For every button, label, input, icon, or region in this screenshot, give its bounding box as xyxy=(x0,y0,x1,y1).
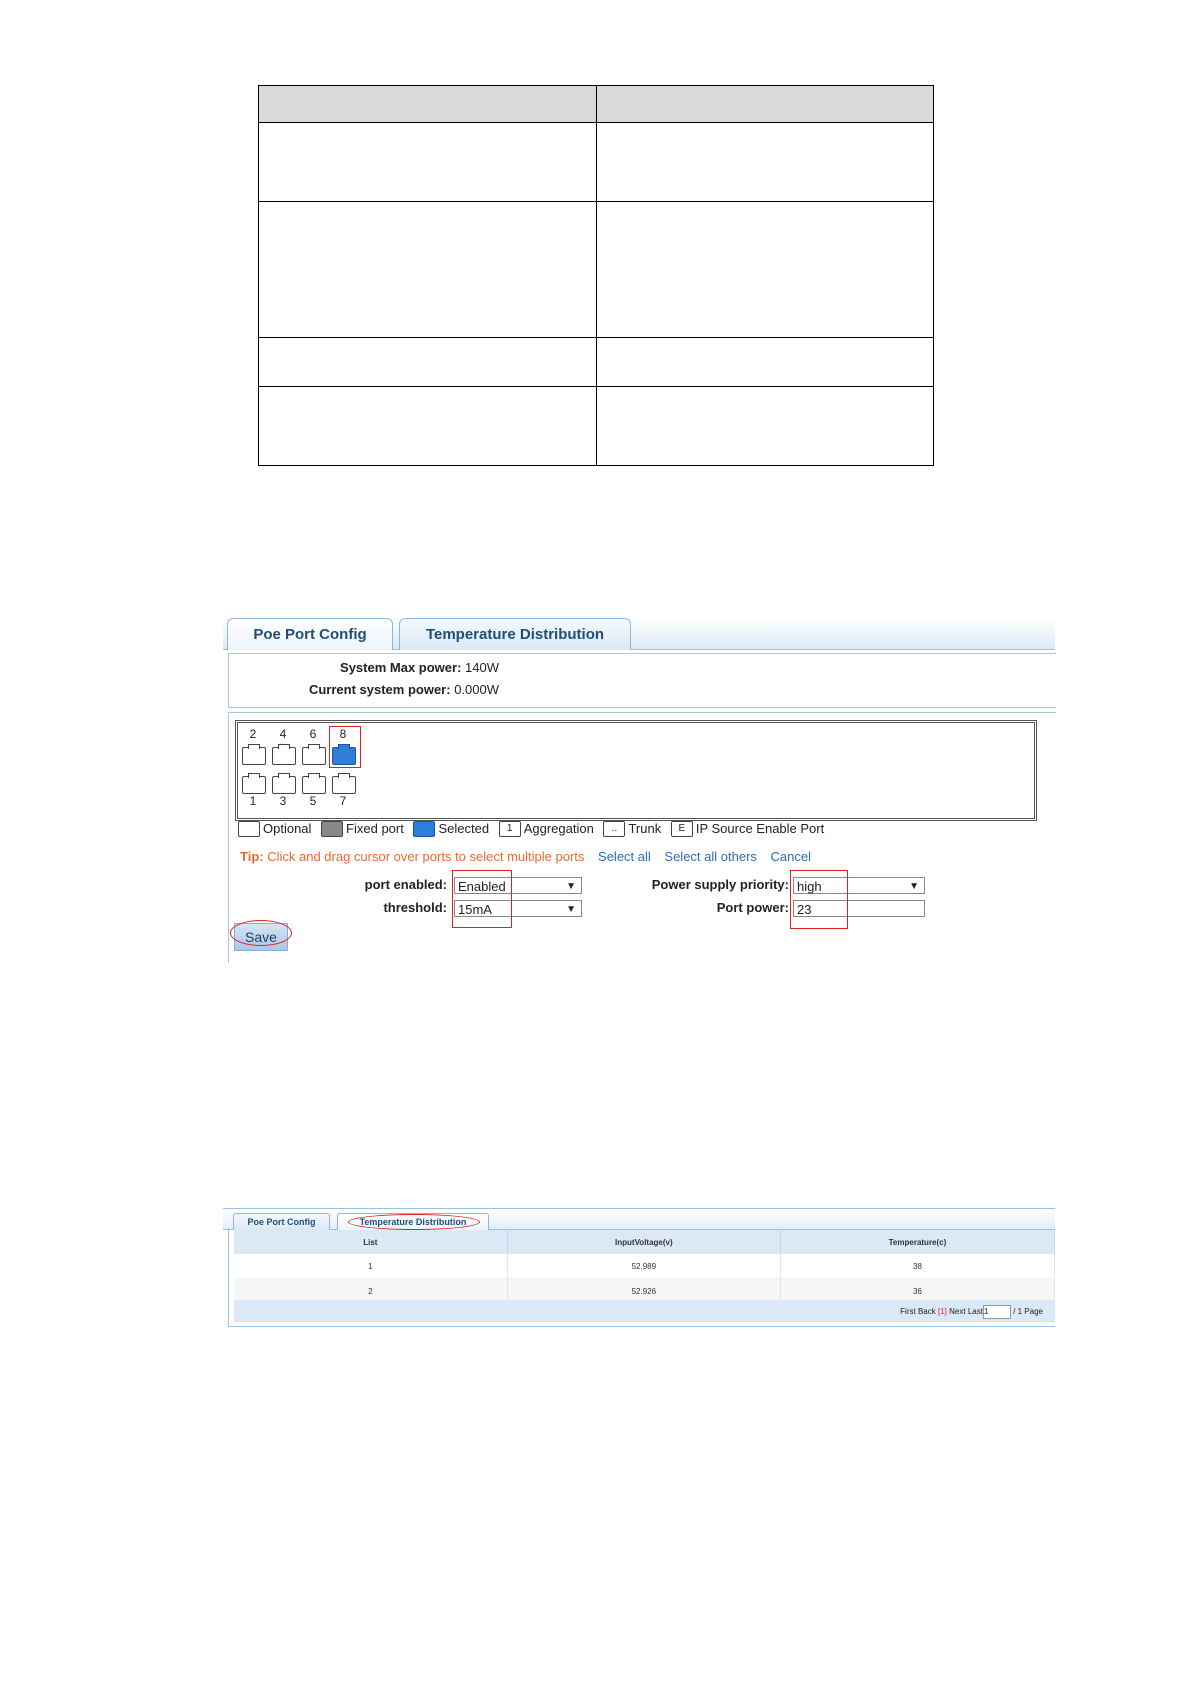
port-label: 5 xyxy=(309,794,317,808)
port-power-label: Port power: xyxy=(716,900,789,915)
save-highlight-oval xyxy=(230,920,292,946)
port-label: 3 xyxy=(279,794,287,808)
tab-bar: Poe Port Config Temperature Distribution xyxy=(223,1208,1055,1230)
port-1-icon[interactable] xyxy=(242,773,266,794)
port-config-panel: 2 4 6 8 1 3 5 7 Optional Fixed port Sele… xyxy=(228,712,1056,963)
ip-source-port-icon: E xyxy=(670,820,693,837)
optional-port-icon xyxy=(238,820,260,837)
system-max-power: System Max power: 140W xyxy=(340,660,499,675)
port-2-icon[interactable] xyxy=(242,744,266,765)
port-4-icon[interactable] xyxy=(272,744,296,765)
power-priority-label: Power supply priority: xyxy=(651,877,789,892)
dropdown-arrow-icon: ▼ xyxy=(909,881,919,892)
port-8-icon[interactable] xyxy=(332,744,356,765)
column-header-list: List xyxy=(234,1230,508,1254)
panel-border xyxy=(228,1326,1055,1327)
current-system-power: Current system power: 0.000W xyxy=(308,682,499,697)
dropdown-arrow-icon: ▼ xyxy=(566,904,576,915)
next-page-link[interactable]: Next xyxy=(949,1307,965,1316)
port-label: 1 xyxy=(249,794,257,808)
cell-list: 1 xyxy=(234,1254,508,1279)
column-header-temperature: Temperature(c) xyxy=(780,1230,1056,1254)
trunk-port-icon: .. xyxy=(603,820,626,837)
aggregation-port-icon: 1 xyxy=(498,820,521,837)
port-6-icon[interactable] xyxy=(302,744,326,765)
back-page-link[interactable]: Back xyxy=(918,1307,936,1316)
tab-highlight-oval xyxy=(348,1214,480,1230)
page-number-input[interactable]: 1 xyxy=(982,1305,1011,1319)
poe-port-config-screenshot: Poe Port Config Temperature Distribution… xyxy=(223,617,1056,963)
tip-text: Click and drag cursor over ports to sele… xyxy=(267,849,585,864)
temperature-distribution-screenshot: Poe Port Config Temperature Distribution… xyxy=(223,1208,1056,1330)
threshold-label: threshold: xyxy=(383,900,447,915)
highlight-box xyxy=(790,870,848,929)
panel-border xyxy=(228,1228,229,1327)
tip-label: Tip: xyxy=(240,849,264,864)
port-legend: Optional Fixed port Selected 1 Aggregatio… xyxy=(238,820,824,837)
tab-poe-port-config[interactable]: Poe Port Config xyxy=(227,618,393,650)
tab-poe-port-config[interactable]: Poe Port Config xyxy=(233,1213,330,1230)
column-header-input-voltage: InputVoltage(v) xyxy=(507,1230,781,1254)
tab-temperature-distribution[interactable]: Temperature Distribution xyxy=(399,618,631,650)
cell-voltage: 52.989 xyxy=(507,1254,781,1279)
port-7-icon[interactable] xyxy=(332,773,356,794)
select-all-others-link[interactable]: Select all others xyxy=(664,849,757,864)
fixed-port-icon xyxy=(321,820,344,837)
port-label: 4 xyxy=(279,727,287,741)
select-all-link[interactable]: Select all xyxy=(598,849,651,864)
power-summary-panel: System Max power: 140W Current system po… xyxy=(228,653,1056,708)
tab-bar: Poe Port Config Temperature Distribution xyxy=(223,617,1055,650)
document-table xyxy=(258,85,934,466)
pagination: First Back [1] Next Last1 / 1 Page xyxy=(234,1300,1055,1322)
temperature-table: List InputVoltage(v) Temperature(c) 1 52… xyxy=(234,1230,1056,1304)
first-page-link[interactable]: First xyxy=(900,1307,916,1316)
port-label: 2 xyxy=(249,727,257,741)
tip-line: Tip: Click and drag cursor over ports to… xyxy=(240,849,811,864)
port-label: 6 xyxy=(309,727,317,741)
page-total: / 1 Page xyxy=(1013,1307,1043,1317)
table-row: 1 52.989 38 xyxy=(234,1254,1056,1279)
port-label: 7 xyxy=(339,794,347,808)
port-panel: 2 4 6 8 1 3 5 7 xyxy=(235,720,1037,821)
cancel-link[interactable]: Cancel xyxy=(771,849,811,864)
port-3-icon[interactable] xyxy=(272,773,296,794)
port-5-icon[interactable] xyxy=(302,773,326,794)
highlight-box xyxy=(452,870,512,928)
dropdown-arrow-icon: ▼ xyxy=(566,881,576,892)
port-label: 8 xyxy=(339,727,347,741)
selected-port-icon xyxy=(413,820,436,837)
cell-temperature: 38 xyxy=(780,1254,1056,1279)
last-page-link[interactable]: Last xyxy=(968,1307,983,1316)
port-enabled-label: port enabled: xyxy=(364,877,447,892)
current-page: [1] xyxy=(938,1307,947,1317)
